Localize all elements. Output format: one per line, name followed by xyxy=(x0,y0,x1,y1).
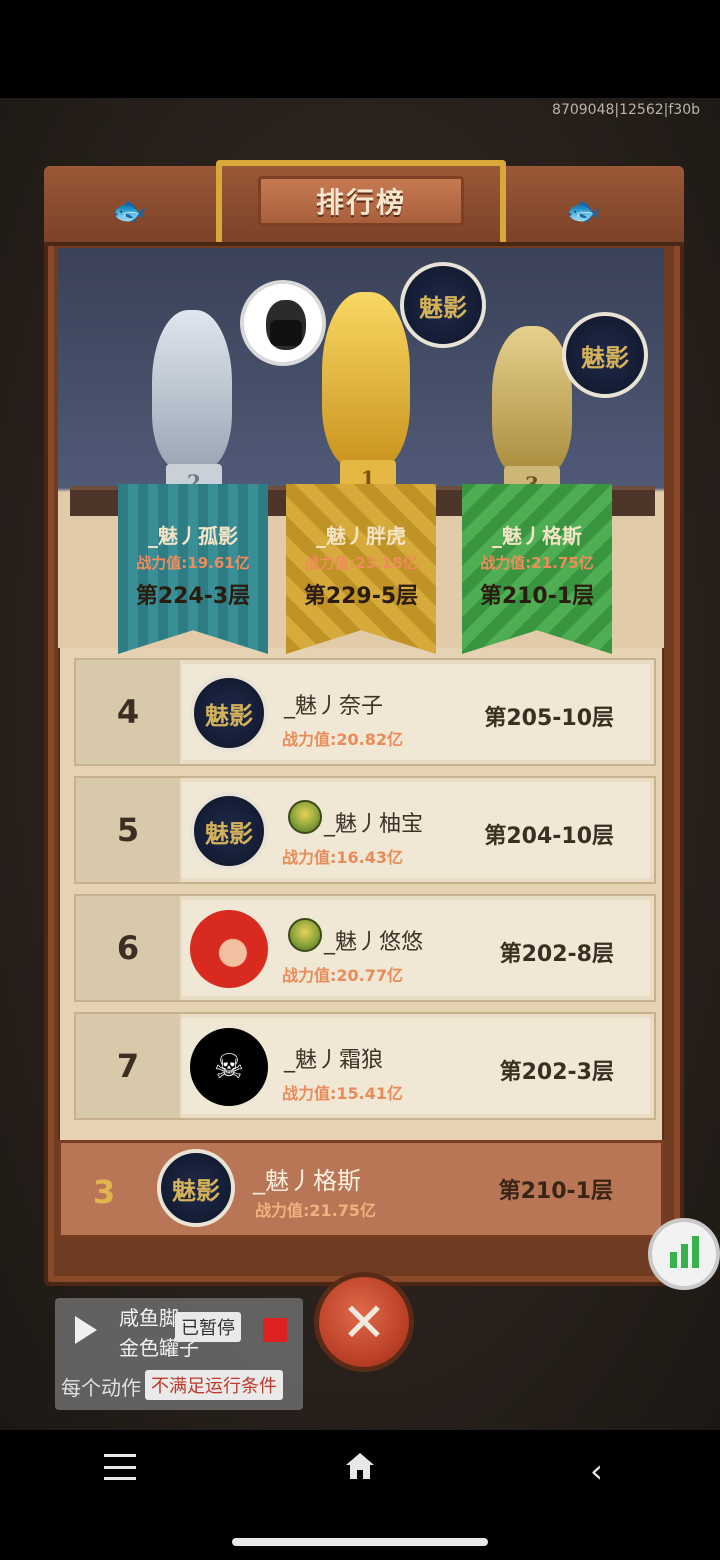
player-avatar[interactable] xyxy=(240,280,326,366)
leaderboard-row[interactable]: 4 魅影 _魅丿奈子 战力值:20.82亿 第205-10层 xyxy=(74,658,656,766)
home-icon[interactable] xyxy=(344,1450,376,1482)
floor-value: 第205-10层 xyxy=(484,706,614,731)
rank-number: 7 xyxy=(76,1014,180,1118)
floor-value: 第210-1层 xyxy=(498,1179,613,1204)
guild-logo-avatar[interactable]: 魅影 xyxy=(190,792,268,870)
skull-avatar[interactable]: ☠ xyxy=(190,1028,268,1106)
floor-value: 第224-3层 xyxy=(135,584,251,609)
rank-number: 4 xyxy=(76,660,180,764)
paused-badge: 已暂停 xyxy=(175,1312,241,1342)
back-icon[interactable]: ‹ xyxy=(590,1452,603,1490)
player-name: _魅丿悠悠 xyxy=(324,930,424,955)
guild-logo-avatar[interactable]: 魅影 xyxy=(562,312,648,398)
guild-logo-avatar[interactable]: 魅影 xyxy=(190,674,268,752)
rank-number: 5 xyxy=(76,778,180,882)
bar-chart-icon xyxy=(669,1252,677,1268)
leaderboard-row[interactable]: 6 _魅丿悠悠 战力值:20.77亿 第202-8层 xyxy=(74,894,656,1002)
script-line: 咸鱼脚 xyxy=(119,1306,179,1330)
leaderboard-row[interactable]: 7 ☠ _魅丿霜狼 战力值:15.41亿 第202-3层 xyxy=(74,1012,656,1120)
skull-icon: ☠ xyxy=(213,1047,245,1087)
power-value: 战力值:21.75亿 xyxy=(255,1201,377,1220)
power-value: 战力值:20.77亿 xyxy=(282,966,404,985)
guild-logo-avatar[interactable]: 魅影 xyxy=(157,1149,235,1227)
podium-banner-2[interactable]: _魅丿孤影 战力值:19.61亿 第224-3层 xyxy=(118,484,268,654)
floor-value: 第229-5层 xyxy=(303,584,419,609)
close-icon: ✕ xyxy=(341,1290,387,1354)
leaderboard-row[interactable]: 5 魅影 _魅丿柚宝 战力值:16.43亿 第204-10层 xyxy=(74,776,656,884)
power-value: 战力值:19.61亿 xyxy=(136,554,250,572)
menu-icon[interactable] xyxy=(104,1454,136,1480)
stats-button[interactable] xyxy=(648,1218,720,1290)
rank-number: 6 xyxy=(76,896,180,1000)
self-rank-row[interactable]: 3 魅影 _魅丿格斯 战力值:21.75亿 第210-1层 xyxy=(58,1140,664,1238)
silver-fish-trophy: 2 xyxy=(132,300,248,500)
home-gesture-bar[interactable] xyxy=(232,1538,488,1546)
power-value: 战力值:16.43亿 xyxy=(282,848,404,867)
close-button[interactable]: ✕ xyxy=(314,1272,414,1372)
floor-value: 第210-1层 xyxy=(479,584,595,609)
rank-number: 3 xyxy=(93,1173,116,1211)
player-name: _魅丿霜狼 xyxy=(284,1048,384,1073)
status-bar xyxy=(0,0,720,98)
power-value: 战力值:21.75亿 xyxy=(480,554,594,572)
floor-value: 第202-3层 xyxy=(499,1060,614,1085)
podium-banner-3[interactable]: _魅丿格斯 战力值:21.75亿 第210-1层 xyxy=(462,484,612,654)
page-title: 排行榜 xyxy=(315,186,406,219)
title-badge-icon xyxy=(288,918,322,952)
script-line: 每个动作 xyxy=(61,1376,141,1400)
player-name: _魅丿奈子 xyxy=(284,694,384,719)
guild-logo-avatar[interactable]: 魅影 xyxy=(400,262,486,348)
player-avatar[interactable] xyxy=(190,910,268,988)
player-name: _魅丿格斯 xyxy=(253,1167,361,1195)
power-value: 战力值:23.18亿 xyxy=(304,554,418,572)
play-icon[interactable] xyxy=(75,1316,97,1344)
debug-id: 8709048|12562|f30b xyxy=(552,102,700,118)
title-plate: 排行榜 xyxy=(258,176,464,226)
stop-icon[interactable] xyxy=(263,1318,287,1342)
player-name: _魅丿柚宝 xyxy=(324,812,424,837)
power-value: 战力值:20.82亿 xyxy=(282,730,404,749)
floor-value: 第202-8层 xyxy=(499,942,614,967)
power-value: 战力值:15.41亿 xyxy=(282,1084,404,1103)
fish-icon: 🐟 xyxy=(566,194,601,227)
title-badge-icon xyxy=(288,800,322,834)
podium-banner-1[interactable]: _魅丿胖虎 战力值:23.18亿 第229-5层 xyxy=(286,484,436,654)
fish-icon: 🐟 xyxy=(112,194,147,227)
floor-value: 第204-10层 xyxy=(484,824,614,849)
player-name: _魅丿胖虎 xyxy=(316,524,406,548)
player-name: _魅丿格斯 xyxy=(492,524,582,548)
player-name: _魅丿孤影 xyxy=(148,524,238,548)
automation-overlay[interactable]: 咸鱼脚 金色罐子 每个动作 已暂停 不满足运行条件 xyxy=(55,1298,303,1410)
condition-badge: 不满足运行条件 xyxy=(145,1370,283,1400)
